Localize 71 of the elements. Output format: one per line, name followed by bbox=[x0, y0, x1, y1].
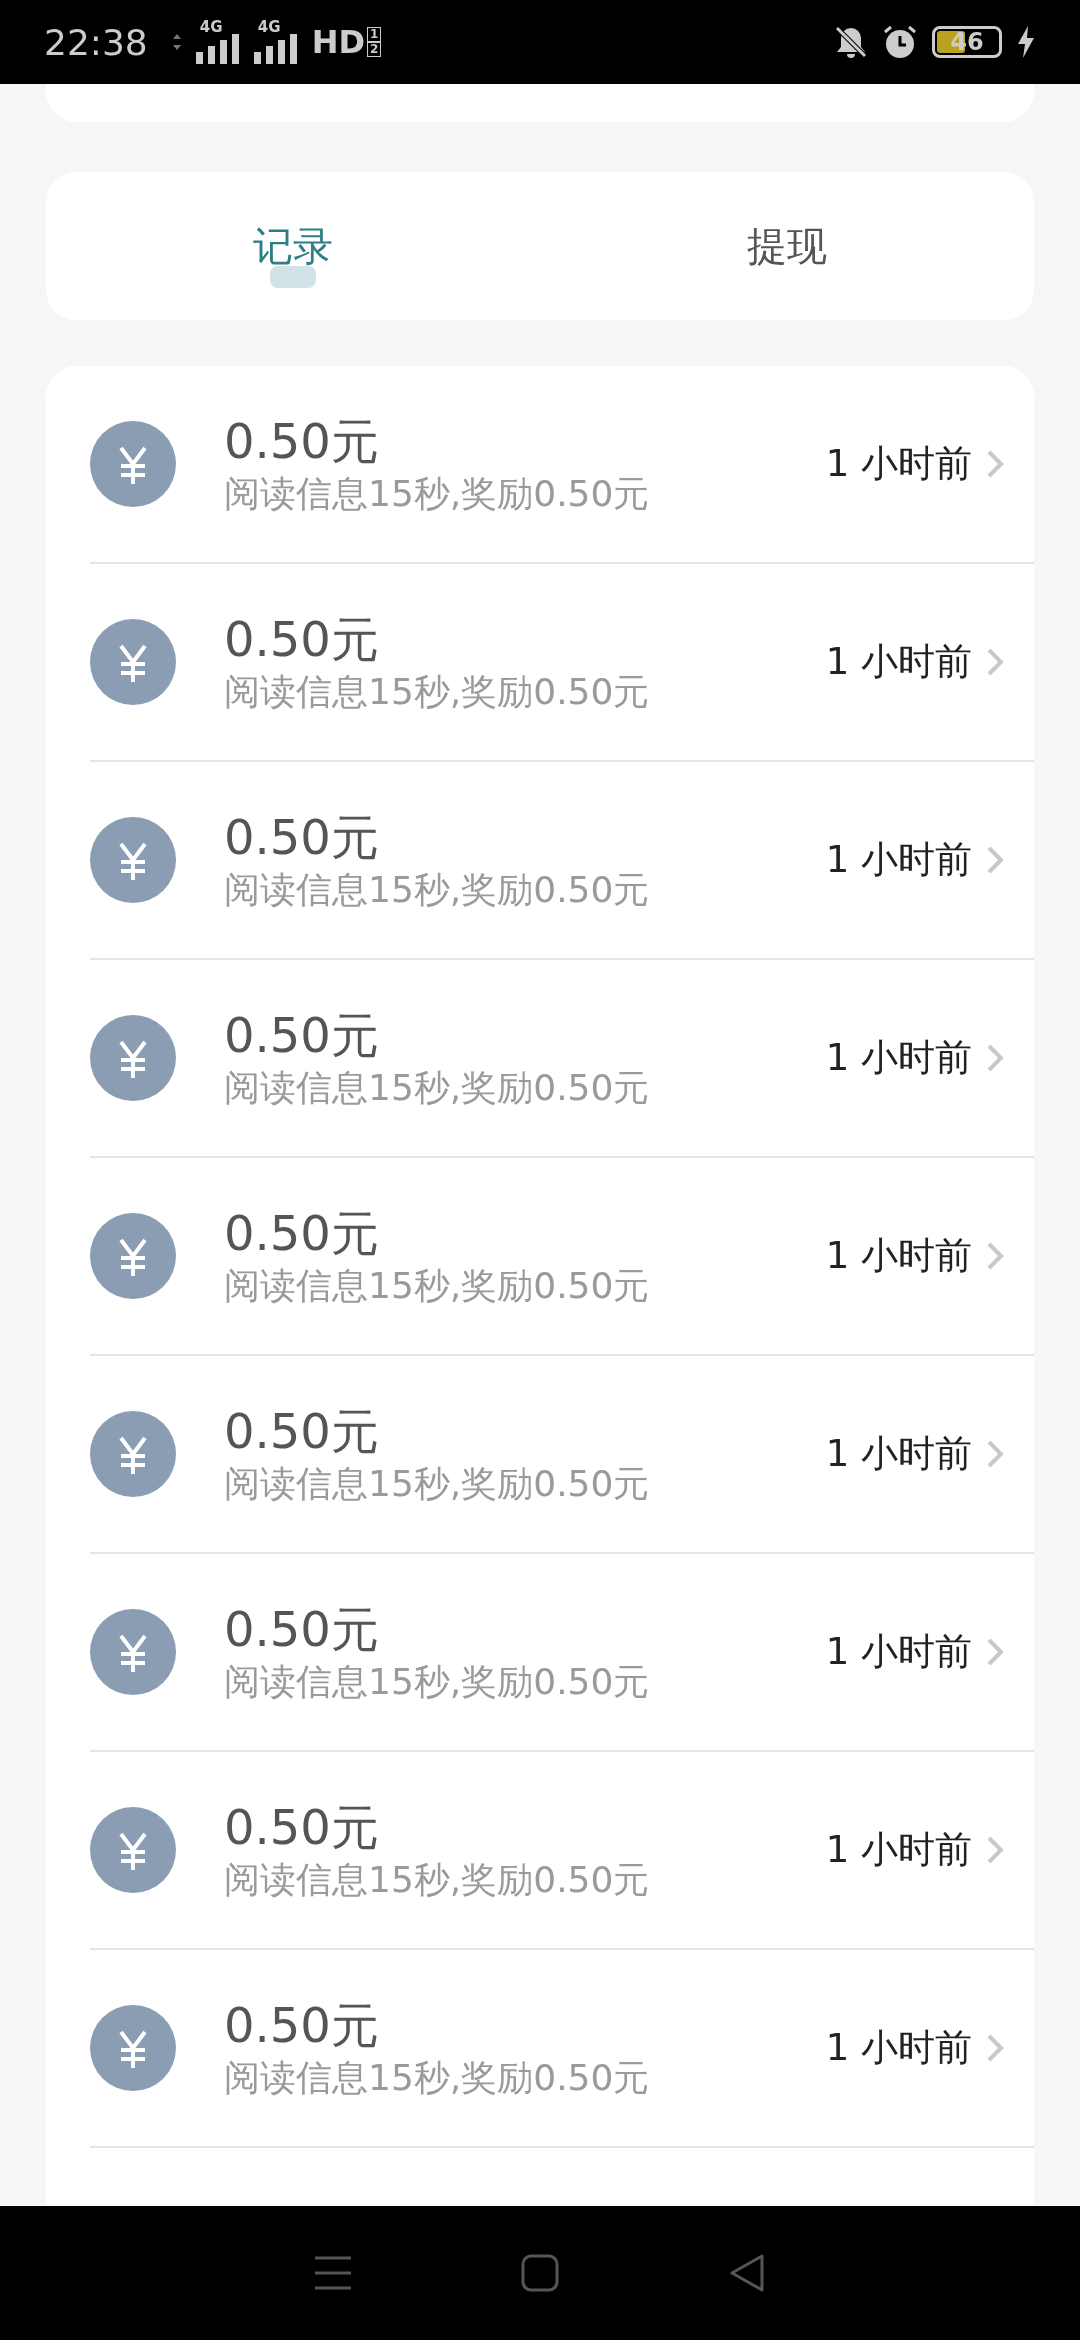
record-row[interactable]: 0.50元 阅读信息15秒,奖励0.50元 1 小时前 bbox=[90, 564, 1034, 762]
tab[interactable]: 提现 bbox=[540, 172, 1034, 320]
chevron-right-icon bbox=[986, 1439, 1004, 1469]
yen-coin-icon bbox=[90, 1015, 176, 1101]
chevron-right-icon bbox=[986, 1637, 1004, 1667]
tab-indicator bbox=[270, 266, 316, 288]
chevron-right-icon bbox=[986, 449, 1004, 479]
yen-coin-icon bbox=[90, 1807, 176, 1893]
record-amount: 0.50元 bbox=[224, 412, 380, 471]
chevron-right-icon bbox=[986, 845, 1004, 875]
record-amount: 0.50元 bbox=[224, 1204, 380, 1263]
chevron-right-icon bbox=[986, 1043, 1004, 1073]
record-description: 阅读信息15秒,奖励0.50元 bbox=[224, 2056, 651, 2100]
record-description: 阅读信息15秒,奖励0.50元 bbox=[224, 1066, 651, 1110]
yen-coin-icon bbox=[90, 1609, 176, 1695]
record-description: 阅读信息15秒,奖励0.50元 bbox=[224, 670, 651, 714]
record-row[interactable]: 0.50元 阅读信息15秒,奖励0.50元 1 小时前 bbox=[90, 1950, 1034, 2148]
record-row[interactable]: 0.50元 阅读信息15秒,奖励0.50元 1 小时前 bbox=[90, 1158, 1034, 1356]
hd-label: HD bbox=[311, 23, 366, 61]
chevron-right-icon bbox=[986, 647, 1004, 677]
yen-coin-icon bbox=[90, 817, 176, 903]
record-row[interactable]: 0.50元 阅读信息15秒,奖励0.50元 1 小时前 bbox=[90, 366, 1034, 564]
record-description: 阅读信息15秒,奖励0.50元 bbox=[224, 868, 651, 912]
yen-coin-icon bbox=[90, 421, 176, 507]
tab[interactable]: 记录 bbox=[46, 172, 540, 320]
record-time: 1 小时前 bbox=[825, 2025, 972, 2071]
record-description: 阅读信息15秒,奖励0.50元 bbox=[224, 472, 651, 516]
bell-off-icon bbox=[834, 25, 868, 59]
record-amount: 0.50元 bbox=[224, 1996, 380, 2055]
record-description: 阅读信息15秒,奖励0.50元 bbox=[224, 1462, 651, 1506]
record-row[interactable]: 0.50元 阅读信息15秒,奖励0.50元 1 小时前 bbox=[90, 1356, 1034, 1554]
record-row[interactable]: 0.50元 阅读信息15秒,奖励0.50元 1 小时前 bbox=[90, 1752, 1034, 1950]
alarm-clock-icon bbox=[882, 24, 918, 60]
record-time: 1 小时前 bbox=[825, 1431, 972, 1477]
record-amount: 0.50元 bbox=[224, 1402, 380, 1461]
record-time: 1 小时前 bbox=[825, 1629, 972, 1675]
record-time: 1 小时前 bbox=[825, 1233, 972, 1279]
signal-icon bbox=[195, 34, 240, 64]
chevron-right-icon bbox=[986, 1241, 1004, 1271]
yen-coin-icon bbox=[90, 619, 176, 705]
record-time: 1 小时前 bbox=[825, 837, 972, 883]
record-amount: 0.50元 bbox=[224, 1600, 380, 1659]
record-description: 阅读信息15秒,奖励0.50元 bbox=[224, 1858, 651, 1902]
record-amount: 0.50元 bbox=[224, 610, 380, 669]
yen-coin-icon bbox=[90, 2005, 176, 2091]
sim-slot-number: 2 bbox=[367, 42, 382, 57]
record-description: 阅读信息15秒,奖励0.50元 bbox=[224, 1660, 651, 1704]
signal-icon bbox=[253, 34, 298, 64]
chevron-right-icon bbox=[986, 1835, 1004, 1865]
home-icon[interactable] bbox=[521, 2254, 559, 2292]
record-row[interactable]: 0.50元 阅读信息15秒,奖励0.50元 1 小时前 bbox=[90, 960, 1034, 1158]
network-type: 4G bbox=[257, 18, 281, 36]
clock-time: 22:38 bbox=[44, 21, 148, 63]
data-arrows-icon bbox=[171, 32, 182, 52]
yen-coin-icon bbox=[90, 1213, 176, 1299]
menu-icon[interactable] bbox=[314, 2255, 353, 2291]
chevron-right-icon bbox=[986, 2033, 1004, 2063]
record-time: 1 小时前 bbox=[825, 1035, 972, 1081]
record-amount: 0.50元 bbox=[224, 1798, 380, 1857]
charging-bolt-icon bbox=[1016, 26, 1036, 58]
record-row[interactable]: 0.50元 阅读信息15秒,奖励0.50元 1 小时前 bbox=[90, 762, 1034, 960]
record-row[interactable]: 0.50元 阅读信息15秒,奖励0.50元 1 小时前 bbox=[90, 1554, 1034, 1752]
record-amount: 0.50元 bbox=[224, 1006, 380, 1065]
sim-slot-number: 1 bbox=[367, 27, 382, 42]
record-time: 1 小时前 bbox=[825, 441, 972, 487]
record-description: 阅读信息15秒,奖励0.50元 bbox=[224, 1264, 651, 1308]
yen-coin-icon bbox=[90, 1411, 176, 1497]
record-time: 1 小时前 bbox=[825, 1827, 972, 1873]
record-time: 1 小时前 bbox=[825, 639, 972, 685]
record-amount: 0.50元 bbox=[224, 808, 380, 867]
network-type: 4G bbox=[199, 18, 223, 36]
